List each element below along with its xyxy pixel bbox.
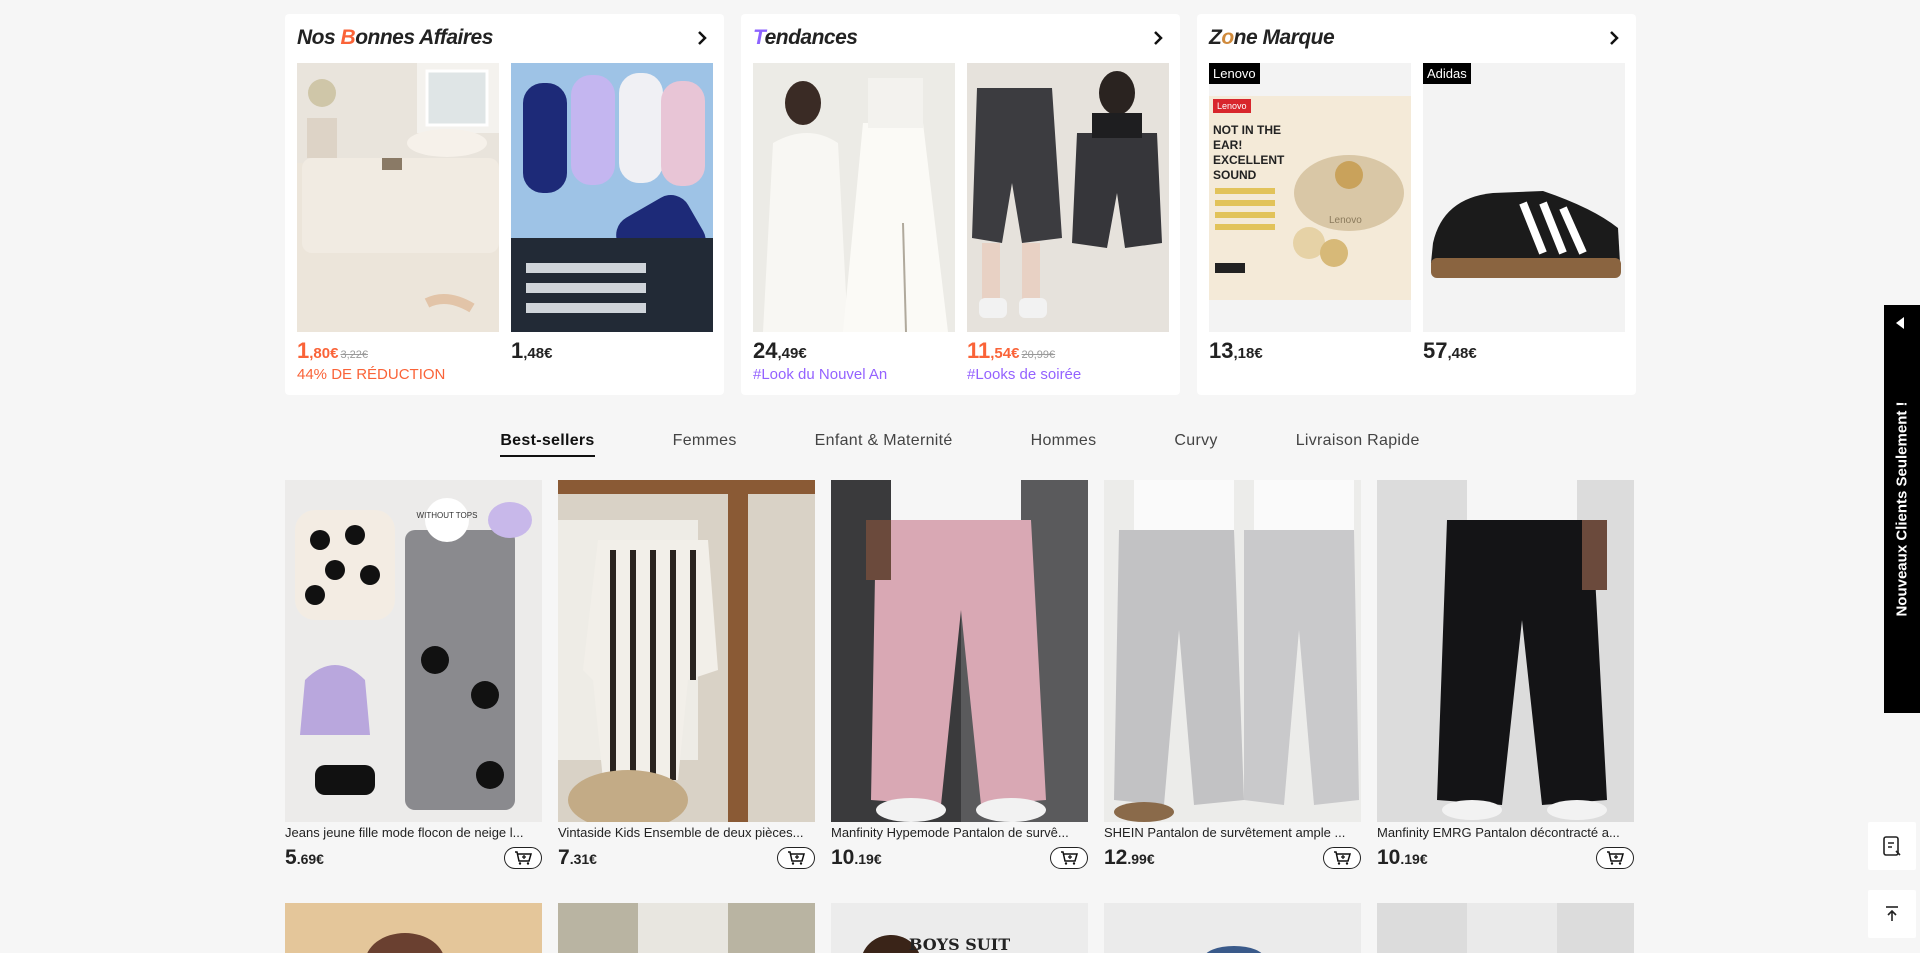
product-image[interactable] [1104,480,1361,822]
product-image[interactable] [1104,903,1361,953]
promo-item[interactable]: Adidas 57,48€ [1423,63,1625,364]
product-image-white-dresses[interactable] [753,63,955,332]
product-image[interactable] [1377,480,1634,822]
promo-card-bonnes-affaires[interactable]: Nos Bonnes Affaires 1,80€ 3,22€ 44% DE R… [285,14,724,395]
chevron-right-icon[interactable] [692,28,712,48]
product-image[interactable] [285,903,542,953]
tab-livraison-rapide[interactable]: Livraison Rapide [1296,432,1420,457]
back-to-top-icon [1886,906,1898,921]
earbuds-ad-headline: NOT IN THE EAR! EXCELLENT SOUND QUALITY [1213,123,1285,182]
cart-icon [1607,851,1624,865]
cart-icon [515,851,532,865]
product-title[interactable]: Manfinity Hypemode Pantalon de survê... [831,825,1088,841]
add-to-cart-button[interactable] [1050,847,1088,869]
product-image[interactable] [558,903,815,953]
add-to-cart-button[interactable] [777,847,815,869]
brand-badge: Adidas [1423,63,1471,84]
back-to-top-button[interactable] [1868,890,1916,938]
product-card[interactable]: WITHOUT TOPS Jeans jeune fille mode floc… [285,480,542,870]
tab-curvy[interactable]: Curvy [1174,432,1217,457]
promo-tag: 44% DE RÉDUCTION [297,366,446,383]
promo-item[interactable]: 11,54€ 20,99€ #Looks de soirée [967,63,1169,383]
new-customers-banner[interactable]: Nouveaux Clients Seulement ! [1884,305,1920,713]
boys-suit-label: BOYS SUIT [908,935,1011,953]
product-grid: WITHOUT TOPS Jeans jeune fille mode floc… [285,480,1634,870]
product-card[interactable]: SHEIN Pantalon de survêtement ample ... … [1104,480,1361,870]
add-to-cart-button[interactable] [1323,847,1361,869]
add-to-cart-button[interactable] [504,847,542,869]
product-price: 10.19€ [1377,846,1428,869]
product-image[interactable]: WITHOUT TOPS [285,480,542,822]
product-grid-row-2: BOYS SUIT [285,903,1634,953]
tab-enfant-maternite[interactable]: Enfant & Maternité [815,432,953,457]
promo-title[interactable]: Tendances [753,26,858,50]
without-tops-label: WITHOUT TOPS [417,511,478,520]
product-card[interactable]: Manfinity EMRG Pantalon décontracté a...… [1377,480,1634,870]
promo-tag: #Look du Nouvel An [753,366,888,383]
product-price: 7.31€ [558,846,597,869]
product-image-earbuds[interactable]: Lenovo NOT IN THE EAR! EXCELLENT SOUND Q… [1209,63,1411,332]
promo-card-zone-marque[interactable]: Zone Marque Lenovo NOT IN THE EAR! EXCEL… [1197,14,1636,395]
product-card[interactable]: Vintaside Kids Ensemble de deux pièces..… [558,480,815,870]
product-price: 5.69€ [285,846,324,869]
promo-price: 11,54€ 20,99€ [967,338,1056,363]
cart-icon [1061,851,1078,865]
product-image-denim-shorts[interactable] [967,63,1169,332]
product-price: 10.19€ [831,846,882,869]
add-to-cart-button[interactable] [1596,847,1634,869]
cart-icon [788,851,805,865]
promo-title[interactable]: Zone Marque [1209,26,1335,50]
promo-title[interactable]: Nos Bonnes Affaires [297,26,493,50]
product-image-sneaker[interactable]: Adidas [1423,63,1625,332]
chevron-right-icon[interactable] [1148,28,1168,48]
cart-icon [1334,851,1351,865]
product-title[interactable]: Manfinity EMRG Pantalon décontracté a... [1377,825,1634,841]
promo-price: 13,18€ [1209,338,1263,363]
product-price: 12.99€ [1104,846,1155,869]
promo-tag: #Looks de soirée [967,366,1082,383]
promo-price: 24,49€ [753,338,807,363]
promo-item[interactable]: 1,48€ [511,63,713,383]
earbuds-case-label: Lenovo [1329,215,1362,226]
feedback-icon [1883,836,1901,856]
tab-best-sellers[interactable]: Best-sellers [500,432,595,457]
promo-price: 1,80€ 3,22€ [297,338,368,363]
promo-price: 57,48€ [1423,338,1477,363]
promo-card-tendances[interactable]: Tendances 24,49€ #Look du Nouvel An 11,5… [741,14,1180,395]
brand-badge: Lenovo [1209,63,1260,84]
category-tabs: Best-sellers Femmes Enfant & Maternité H… [0,432,1920,457]
chevron-right-icon[interactable] [1604,28,1624,48]
product-image-bed-sheet[interactable] [297,63,499,332]
product-image-correction-tape[interactable] [511,63,713,332]
product-image[interactable]: BOYS SUIT [831,903,1088,953]
product-image[interactable] [558,480,815,822]
product-title[interactable]: Vintaside Kids Ensemble de deux pièces..… [558,825,815,841]
promo-item[interactable]: Lenovo NOT IN THE EAR! EXCELLENT SOUND Q… [1209,63,1411,364]
tab-femmes[interactable]: Femmes [673,432,737,457]
product-image[interactable] [831,480,1088,822]
feedback-button[interactable] [1868,822,1916,870]
promo-item[interactable]: 1,80€ 3,22€ 44% DE RÉDUCTION [297,63,499,383]
promo-item[interactable]: 24,49€ #Look du Nouvel An [753,63,955,383]
product-card[interactable]: Manfinity Hypemode Pantalon de survê... … [831,480,1088,870]
promo-price: 1,48€ [511,338,553,363]
promo-row: Nos Bonnes Affaires 1,80€ 3,22€ 44% DE R… [285,14,1636,395]
collapse-arrow-icon[interactable] [1896,317,1904,329]
product-image[interactable] [1377,903,1634,953]
banner-text: Nouveaux Clients Seulement ! [1893,401,1911,617]
tab-hommes[interactable]: Hommes [1031,432,1097,457]
product-title[interactable]: Jeans jeune fille mode flocon de neige l… [285,825,542,841]
product-title[interactable]: SHEIN Pantalon de survêtement ample ... [1104,825,1361,841]
earbuds-ad-badge: Lenovo [1217,101,1247,111]
